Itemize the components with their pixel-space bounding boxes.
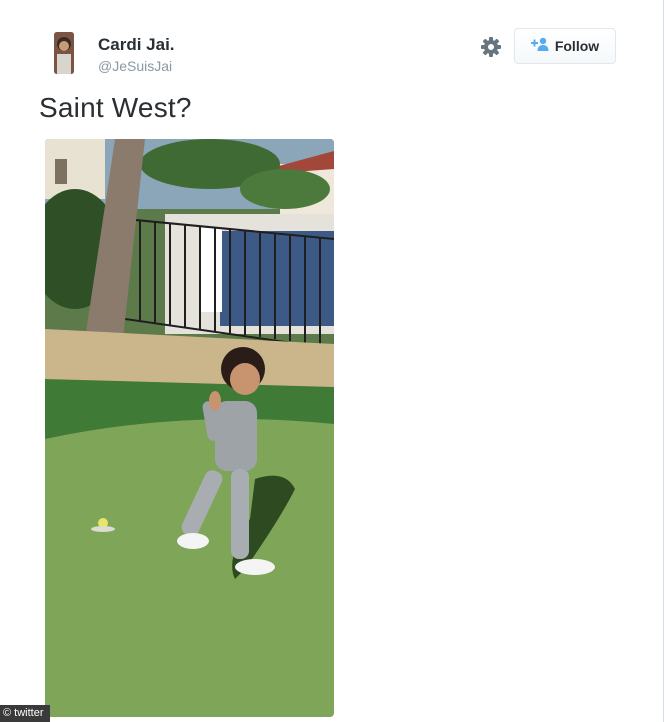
avatar-image: [54, 32, 74, 74]
tweet-card: Cardi Jai. @JeSuisJai Follow Saint West?…: [0, 0, 664, 722]
author-handle[interactable]: @JeSuisJai: [98, 58, 172, 74]
tweet-text: Saint West?: [39, 92, 192, 123]
toddler-on-lawn-image: [45, 139, 334, 717]
follow-button[interactable]: Follow: [514, 28, 616, 64]
add-user-icon: [530, 37, 549, 56]
author-name[interactable]: Cardi Jai.: [98, 35, 175, 55]
watermark: © twitter: [0, 705, 50, 722]
follow-label: Follow: [554, 38, 600, 54]
gear-icon[interactable]: [480, 36, 502, 58]
avatar[interactable]: [54, 32, 74, 74]
tweet-photo[interactable]: [45, 139, 334, 717]
